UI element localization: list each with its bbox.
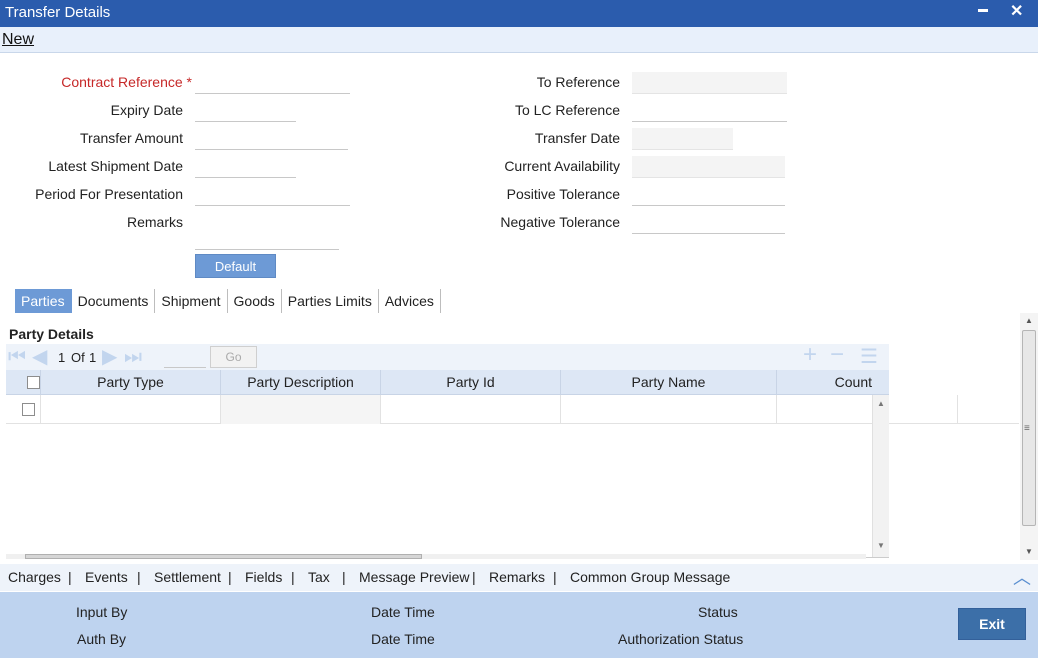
first-page-icon[interactable]: ⏮ [8,346,26,368]
scroll-up-arrow-icon[interactable]: ▲ [1025,316,1033,325]
transfer-amount-input[interactable] [195,128,348,150]
current-availability-input[interactable] [632,156,785,178]
cell-party-name[interactable] [561,395,777,424]
grid-vertical-scrollbar[interactable]: ▲ ▼ [872,395,889,557]
action-bar: New [0,27,1038,53]
period-for-presentation-input[interactable] [195,184,350,206]
detail-tabs: Parties Documents Shipment Goods Parties… [15,289,441,313]
transfer-date-label: Transfer Date [534,130,620,146]
fields-link[interactable]: Fields [245,569,282,585]
authorization-status-label: Authorization Status [618,631,744,647]
go-button[interactable]: Go [210,346,257,368]
party-details-grid: Party Type Party Description Party Id Pa… [6,370,889,558]
auth-date-time-label: Date Time [371,631,435,647]
positive-tolerance-label: Positive Tolerance [506,186,620,202]
latest-shipment-date-input[interactable] [195,156,296,178]
select-all-checkbox[interactable] [27,376,40,389]
page-total: 1 [89,350,97,365]
tab-goods[interactable]: Goods [228,289,282,313]
auth-by-label: Auth By [77,631,127,647]
scroll-grip-icon: ≡ [1024,423,1030,434]
window-titlebar: Transfer Details ▬ ✕ [0,0,1038,27]
tab-advices[interactable]: Advices [379,289,441,313]
row-checkbox[interactable] [22,403,35,416]
contract-reference-label: Contract Reference * [61,74,192,90]
party-details-title: Party Details [9,326,94,342]
add-row-icon[interactable]: + [803,343,817,367]
to-lc-reference-label: To LC Reference [514,102,620,118]
tab-parties-limits[interactable]: Parties Limits [282,289,379,313]
to-lc-reference-input[interactable] [632,100,787,122]
current-availability-label: Current Availability [504,158,620,174]
divider [889,423,1019,424]
settlement-link[interactable]: Settlement [154,569,221,585]
next-page-icon[interactable]: ▶ [102,346,117,368]
remarks-input[interactable] [195,228,339,250]
expiry-date-input[interactable] [195,100,296,122]
status-label: Status [698,604,738,620]
contract-reference-input[interactable] [195,72,350,94]
grid-horizontal-scrollbar[interactable] [6,554,866,559]
col-party-name: Party Name [561,370,777,395]
table-row[interactable] [6,395,872,424]
transfer-amount-label: Transfer Amount [80,130,183,146]
charges-link[interactable]: Charges [8,569,61,585]
page-of-label: Of [71,350,85,365]
page-current: 1 [58,350,66,365]
tax-link[interactable]: Tax [308,569,330,585]
chevron-up-icon[interactable]: ︿ [1013,564,1031,590]
col-party-type: Party Type [41,370,221,395]
prev-page-icon[interactable]: ◀ [32,346,47,368]
scroll-up-arrow-icon[interactable]: ▲ [877,399,885,408]
cell-count[interactable] [777,395,872,424]
horizontal-scroll-thumb[interactable] [25,554,422,559]
expiry-date-label: Expiry Date [110,102,183,118]
message-preview-link[interactable]: Message Preview [359,569,470,585]
view-row-icon[interactable]: ☰ [860,346,878,368]
date-time-label: Date Time [371,604,435,620]
cell-party-type[interactable] [41,395,221,424]
page-vertical-scrollbar[interactable]: ▲ ≡ ▼ [1020,313,1038,560]
col-party-id: Party Id [381,370,561,395]
minimize-icon[interactable]: ▬ [978,4,988,15]
page-number-input[interactable] [164,349,206,368]
scroll-down-arrow-icon[interactable]: ▼ [1025,547,1033,556]
col-party-description: Party Description [221,370,381,395]
grid-header: Party Type Party Description Party Id Pa… [6,370,889,395]
cell-party-id[interactable] [381,395,561,424]
remarks-link[interactable]: Remarks [489,569,545,585]
latest-shipment-date-label: Latest Shipment Date [48,158,183,174]
remarks-label: Remarks [126,214,183,230]
tab-documents[interactable]: Documents [72,289,156,313]
col-count: Count [834,374,872,390]
input-by-label: Input By [76,604,128,620]
to-reference-input[interactable] [632,72,787,94]
delete-row-icon[interactable]: − [830,343,844,367]
common-group-message-link[interactable]: Common Group Message [570,569,730,585]
new-link[interactable]: New [2,31,34,49]
grid-pager: ⏮ ◀ 1 Of 1 ▶ ⏭ Go + − ☰ [6,343,889,371]
divider [957,395,958,423]
scroll-down-arrow-icon[interactable]: ▼ [877,541,885,550]
cell-party-description[interactable] [221,395,381,424]
subsystem-links: Charges | Events | Settlement | Fields |… [0,564,1038,591]
period-for-presentation-label: Period For Presentation [35,186,183,202]
last-page-icon[interactable]: ⏭ [124,346,142,368]
negative-tolerance-label: Negative Tolerance [500,214,620,230]
to-reference-label: To Reference [536,74,620,90]
tab-parties[interactable]: Parties [15,289,72,313]
positive-tolerance-input[interactable] [632,184,785,206]
negative-tolerance-input[interactable] [632,212,785,234]
audit-footer: Input By Date Time Status Auth By Date T… [0,592,1038,658]
window-title: Transfer Details [5,4,111,21]
default-button[interactable]: Default [195,254,276,278]
tab-shipment[interactable]: Shipment [155,289,228,313]
events-link[interactable]: Events [85,569,128,585]
close-icon[interactable]: ✕ [1010,1,1023,21]
exit-button[interactable]: Exit [958,608,1026,640]
transfer-date-input[interactable] [632,128,733,150]
